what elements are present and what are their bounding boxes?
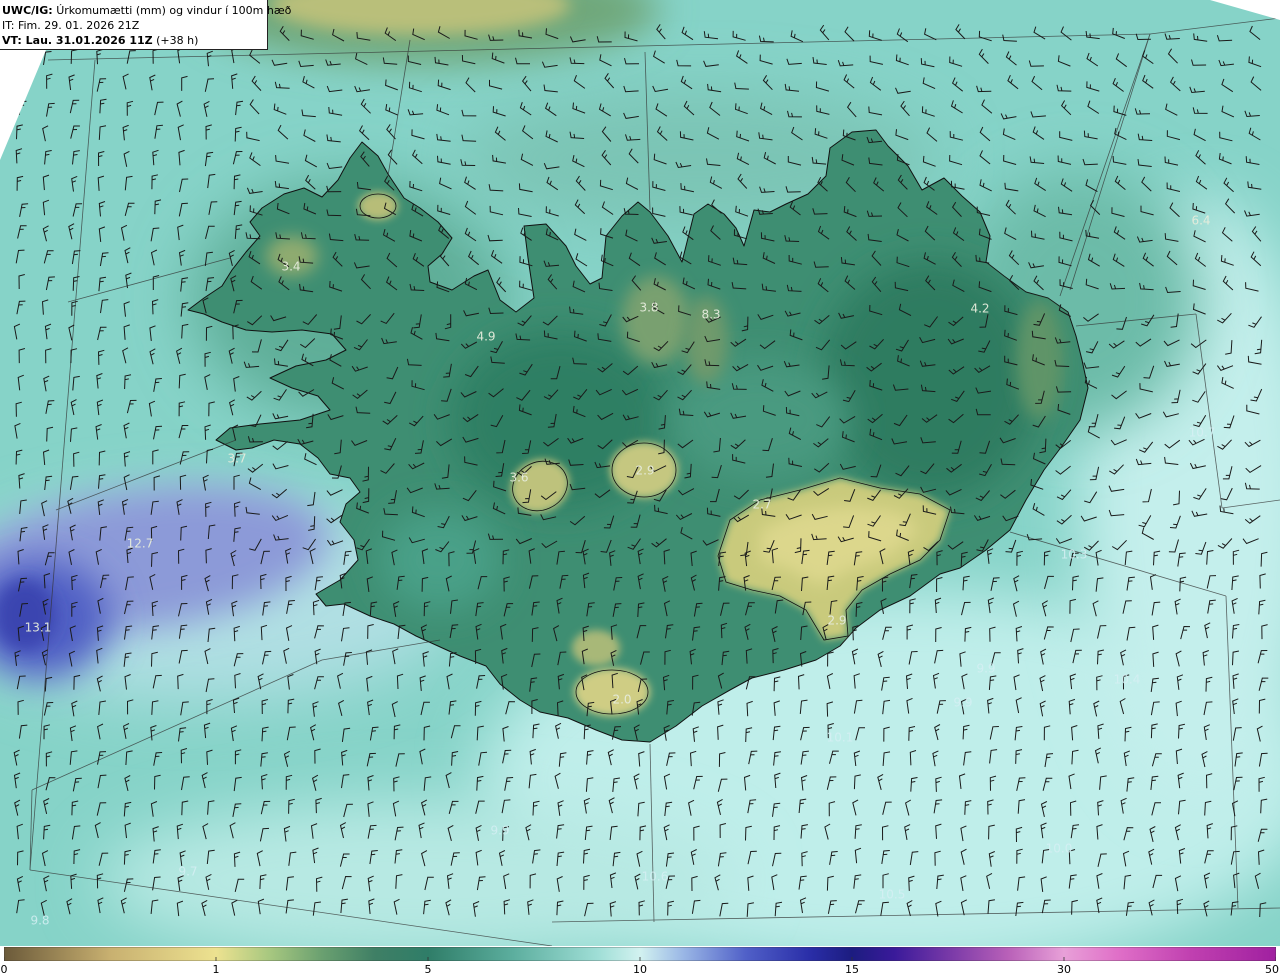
value-label: 9.7 <box>178 865 197 879</box>
valid-time: VT: Lau. 31.01.2026 11Z <box>2 34 153 47</box>
value-label: 8.3 <box>701 308 720 322</box>
value-label: 10.3 <box>1061 548 1088 562</box>
value-label: 2.9 <box>635 464 654 478</box>
value-label: 9.9 <box>953 696 972 710</box>
value-label: 10.4 <box>1114 673 1141 687</box>
value-label: 4.9 <box>476 330 495 344</box>
value-label: 10.7 <box>1189 426 1216 440</box>
colorbar-tick-label: 10 <box>633 963 647 976</box>
value-label: 9.8 <box>30 914 49 928</box>
forecast-map[interactable]: 3.4 4.9 3.8 8.3 4.2 6.4 3.7 3.6 2.9 2.7 10.7 12.7 10… <box>0 0 1280 946</box>
lead-time: (+38 h) <box>156 34 199 47</box>
value-label: 6.4 <box>1191 214 1210 228</box>
value-label: 9.9 <box>490 824 509 838</box>
colorbar-tick-label: 1 <box>212 963 220 976</box>
value-label: 10.1 <box>827 731 854 745</box>
valid-time-line: VT: Lau. 31.01.2026 11Z (+38 h) <box>2 33 267 48</box>
colorbar-tick-label: 50 <box>1265 963 1279 976</box>
colorbar-tick-label: 5 <box>424 963 432 976</box>
value-label: 3.6 <box>509 471 528 485</box>
value-label: 3.4 <box>281 260 300 274</box>
colorbar-tick-label: 15 <box>845 963 859 976</box>
colorbar <box>4 947 1276 961</box>
colorbar-tick-label: 30 <box>1057 963 1071 976</box>
value-label: 2.0 <box>612 693 631 707</box>
issue-time: IT: Fim. 29. 01. 2026 21Z <box>2 19 140 32</box>
value-label: 2.7 <box>752 498 771 512</box>
value-label: 10.6 <box>642 870 669 884</box>
value-label: 13.1 <box>25 621 52 635</box>
value-label: 4.2 <box>970 302 989 316</box>
value-label: 10.0 <box>1046 842 1073 856</box>
map-canvas: 3.4 4.9 3.8 8.3 4.2 6.4 3.7 3.6 2.9 2.7 10.7 12.7 10… <box>0 0 1280 946</box>
value-label: 12.7 <box>127 537 154 551</box>
info-box: UWC/IG: Úrkomumætti (mm) og vindur í 100… <box>0 0 291 50</box>
colorbar-tick-label: 0 <box>0 963 8 976</box>
map-title: Úrkomumætti (mm) og vindur í 100m hæð <box>56 4 292 17</box>
value-label: 9.9 <box>976 662 995 676</box>
title-line: UWC/IG: Úrkomumætti (mm) og vindur í 100… <box>2 3 291 18</box>
value-label: 2.9 <box>827 614 846 628</box>
model-label: UWC/IG: <box>2 4 53 17</box>
value-label: 3.7 <box>227 452 246 466</box>
value-label: 10.5 <box>879 888 906 902</box>
value-label: 3.8 <box>639 301 658 315</box>
